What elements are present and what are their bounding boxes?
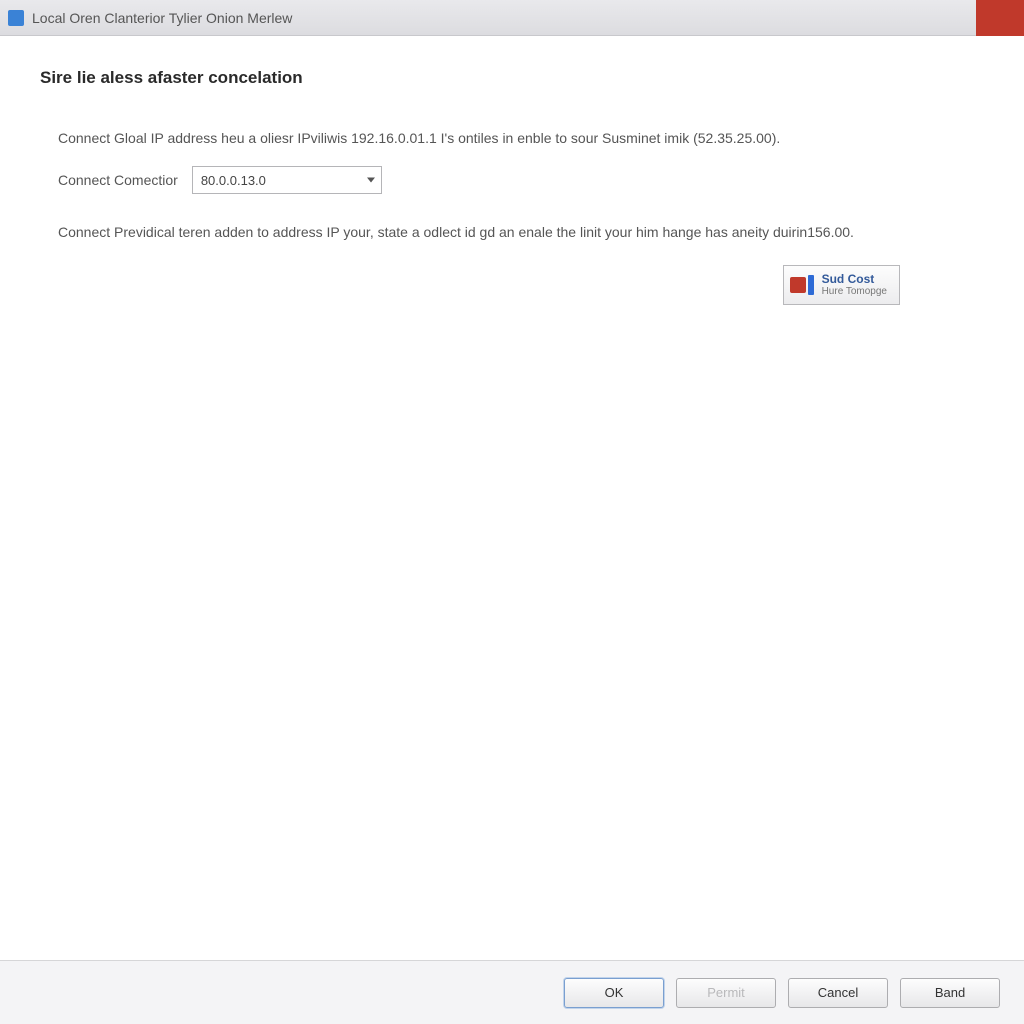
content-area: Sire lie aless afaster concelation Conne…: [0, 36, 1024, 960]
second-paragraph: Connect Previdical teren adden to addres…: [58, 222, 900, 242]
shield-subtitle: Hure Tomopge: [822, 286, 887, 297]
close-button[interactable]: [976, 0, 1024, 36]
shield-action-button[interactable]: Sud Cost Hure Tomopge: [783, 265, 900, 305]
chevron-down-icon: [367, 178, 375, 183]
shield-icon: [790, 275, 814, 295]
permit-button: Permit: [676, 978, 776, 1008]
shield-title: Sud Cost: [822, 273, 887, 286]
cancel-button[interactable]: Cancel: [788, 978, 888, 1008]
band-button[interactable]: Band: [900, 978, 1000, 1008]
intro-paragraph: Connect Gloal IP address heu a oliesr IP…: [58, 128, 900, 148]
titlebar: Local Oren Clanterior Tylier Onion Merle…: [0, 0, 1024, 36]
window-title: Local Oren Clanterior Tylier Onion Merle…: [32, 10, 292, 26]
connector-value: 80.0.0.13.0: [201, 173, 266, 188]
connector-label: Connect Comectior: [58, 172, 178, 188]
app-icon: [8, 10, 24, 26]
footer-bar: OK Permit Cancel Band: [0, 960, 1024, 1024]
ok-button[interactable]: OK: [564, 978, 664, 1008]
page-heading: Sire lie aless afaster concelation: [40, 68, 984, 88]
connector-dropdown[interactable]: 80.0.0.13.0: [192, 166, 382, 194]
connector-row: Connect Comectior 80.0.0.13.0: [58, 166, 900, 194]
